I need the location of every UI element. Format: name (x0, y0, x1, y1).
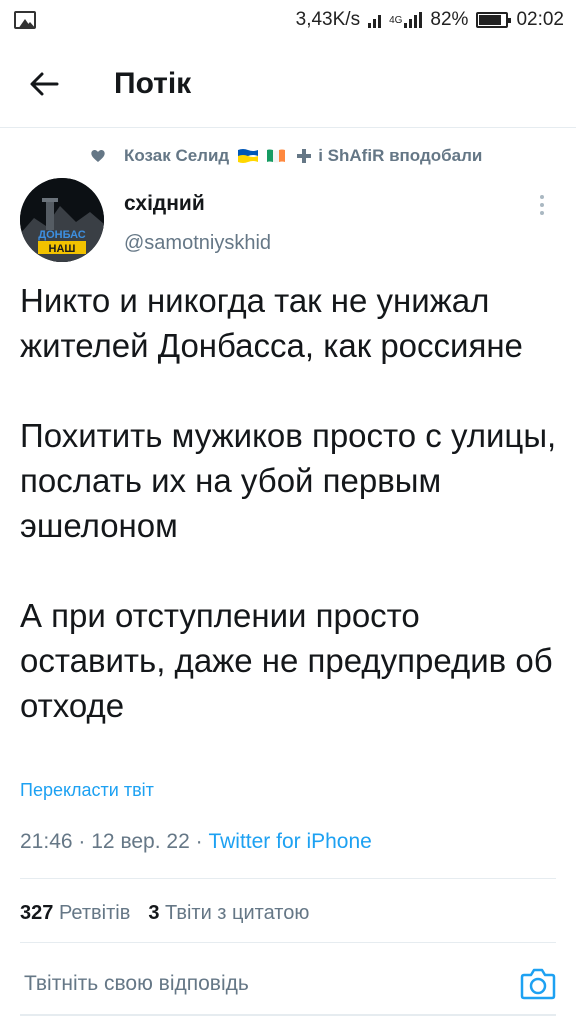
tweet-source-link[interactable]: Twitter for iPhone (208, 830, 371, 853)
retweets-stat[interactable]: 327 Ретвітів (20, 902, 130, 925)
network-type: 4G (389, 14, 403, 26)
reply-bar: Твітніть свою відповідь (0, 950, 576, 1024)
meta-separator: · (78, 830, 86, 853)
liked-by-users: Козак Селид (124, 146, 230, 165)
author-handle[interactable]: @samotniyskhid (124, 232, 271, 255)
avatar[interactable]: ДОНБАС НАШ (20, 178, 104, 262)
retweets-count: 327 (20, 902, 54, 924)
tweet-text: Никто и никогда так не унижал жителей До… (20, 278, 560, 728)
status-bar: 3,43K/s 4G 82% 02:02 (0, 0, 576, 40)
page-title: Потік (114, 66, 192, 100)
tweet-stats: 327 Ретвітів 3 Твіти з цитатою (20, 902, 309, 925)
battery-percent: 82% (430, 9, 469, 30)
tweet-paragraph: Никто и никогда так не унижал жителей До… (20, 282, 523, 364)
quotes-count: 3 (148, 902, 160, 924)
tweet-meta: 21:46 · 12 вер. 22 · Twitter for iPhone (20, 830, 372, 854)
tweet-date: 12 вер. 22 (91, 830, 190, 853)
divider (20, 942, 556, 943)
gallery-icon (14, 11, 36, 29)
reply-input[interactable]: Твітніть свою відповідь (24, 972, 249, 996)
liked-by-suffix: і ShAfiR вподобали (318, 146, 483, 165)
red-cross-icon (297, 149, 312, 163)
app-header: Потік (0, 40, 576, 128)
liked-by-context[interactable]: Козак Селид і ShAfiR вподобали (90, 146, 482, 166)
quotes-stat[interactable]: 3 Твіти з цитатою (148, 902, 309, 925)
tweet-paragraph: А при отступлении просто оставить, даже … (20, 597, 553, 724)
clock: 02:02 (516, 9, 564, 30)
back-button[interactable] (14, 54, 74, 114)
heart-icon (91, 150, 105, 162)
signal-icon (368, 12, 382, 28)
meta-separator: · (195, 830, 203, 853)
tweet-time: 21:46 (20, 830, 73, 853)
translate-tweet-link[interactable]: Перекласти твіт (20, 780, 154, 801)
quotes-label: Твіти з цитатою (165, 902, 310, 924)
ukraine-flag-icon (238, 149, 259, 163)
tweet-paragraph: Похитить мужиков просто с улицы, послать… (20, 417, 557, 544)
ireland-flag-icon (267, 149, 286, 163)
signal-icon-secondary (404, 12, 423, 28)
retweets-label: Ретвітів (58, 902, 131, 924)
avatar-text-bottom: НАШ (49, 243, 76, 255)
author-name[interactable]: східний (124, 192, 205, 216)
more-options-icon[interactable] (532, 192, 552, 218)
divider (20, 878, 556, 879)
battery-icon (476, 12, 512, 28)
reply-underline (20, 1014, 556, 1016)
avatar-text-top: ДОНБАС (38, 229, 85, 241)
avatar-image: ДОНБАС НАШ (20, 178, 104, 262)
network-speed: 3,43K/s (295, 9, 361, 30)
arrow-left-icon (30, 72, 59, 95)
camera-icon[interactable] (520, 966, 556, 1000)
